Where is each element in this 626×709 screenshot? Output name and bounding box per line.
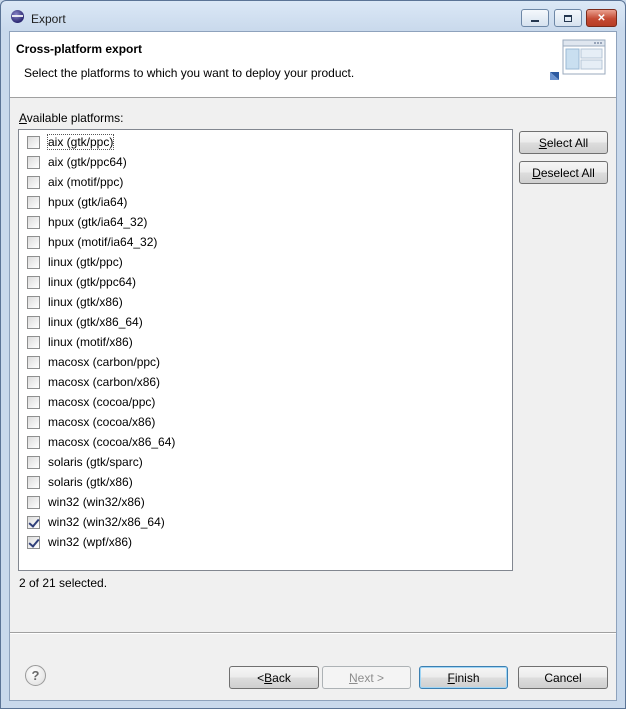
platform-checkbox-list[interactable]: aix (gtk/ppc) aix (gtk/ppc64) aix (motif/p… [18, 129, 513, 571]
platform-label: solaris (gtk/x86) [48, 475, 133, 489]
checkbox-unchecked[interactable] [27, 195, 40, 209]
platform-list-item[interactable]: hpux (motif/ia64_32) [27, 232, 157, 252]
checkbox-checked[interactable] [27, 515, 40, 529]
checkbox-unchecked[interactable] [27, 315, 40, 329]
platform-label: macosx (carbon/ppc) [48, 355, 161, 369]
select-all-button[interactable]: Select All [519, 131, 608, 154]
checkbox-unchecked[interactable] [27, 335, 40, 349]
page-title: Cross-platform export [16, 42, 143, 56]
platform-label: win32 (wpf/x86) [48, 535, 133, 549]
title-bar[interactable]: Export ✕ [1, 1, 625, 31]
platform-list-item[interactable]: linux (gtk/x86_64) [27, 312, 143, 332]
checkbox-unchecked[interactable] [27, 255, 40, 269]
minimize-icon [531, 20, 539, 22]
dialog-client-area: Cross-platform export Select the platfor… [9, 31, 617, 701]
close-icon: ✕ [597, 12, 606, 24]
platform-label: aix (gtk/ppc64) [48, 155, 127, 169]
finish-button[interactable]: Finish [419, 666, 508, 689]
platform-list-item[interactable]: aix (motif/ppc) [27, 172, 123, 192]
platform-label: win32 (win32/x86_64) [48, 515, 165, 529]
platform-list-item[interactable]: solaris (gtk/sparc) [27, 452, 143, 472]
selection-status: 2 of 21 selected. [19, 576, 108, 590]
wizard-banner-icon [550, 39, 606, 80]
wizard-header: Cross-platform export Select the platfor… [10, 32, 616, 98]
help-icon: ? [31, 668, 40, 683]
platform-list-item[interactable]: win32 (win32/x86_64) [27, 512, 165, 532]
deselect-all-button[interactable]: Deselect All [519, 161, 608, 184]
platform-label: linux (gtk/x86_64) [48, 315, 143, 329]
platform-list-item[interactable]: aix (gtk/ppc) [27, 132, 115, 152]
platform-label: linux (gtk/ppc) [48, 255, 123, 269]
close-button[interactable]: ✕ [586, 9, 617, 27]
footer-separator [10, 632, 616, 634]
platform-label: linux (gtk/ppc64) [48, 275, 137, 289]
platform-label: hpux (motif/ia64_32) [48, 235, 158, 249]
platform-label: macosx (cocoa/x86) [48, 415, 156, 429]
platform-list-item[interactable]: macosx (cocoa/ppc) [27, 392, 155, 412]
platform-label: macosx (carbon/x86) [48, 375, 161, 389]
minimize-button[interactable] [521, 9, 549, 27]
back-button[interactable]: < Back [229, 666, 319, 689]
platform-list-item[interactable]: linux (gtk/ppc64) [27, 272, 136, 292]
platform-label: aix (motif/ppc) [48, 175, 124, 189]
checkbox-unchecked[interactable] [27, 275, 40, 289]
cancel-button[interactable]: Cancel [518, 666, 608, 689]
platform-list-item[interactable]: hpux (gtk/ia64_32) [27, 212, 147, 232]
platform-label: linux (motif/x86) [48, 335, 133, 349]
checkbox-unchecked[interactable] [27, 235, 40, 249]
checkbox-unchecked[interactable] [27, 135, 40, 149]
platform-list-item[interactable]: win32 (wpf/x86) [27, 532, 132, 552]
platform-list-item[interactable]: macosx (cocoa/x86_64) [27, 432, 175, 452]
platform-list-item[interactable]: linux (gtk/x86) [27, 292, 123, 312]
platform-list-item[interactable]: win32 (win32/x86) [27, 492, 145, 512]
platform-label: linux (gtk/x86) [48, 295, 123, 309]
checkbox-unchecked[interactable] [27, 475, 40, 489]
platform-label: macosx (cocoa/x86_64) [48, 435, 176, 449]
platform-label: solaris (gtk/sparc) [48, 455, 143, 469]
checkbox-unchecked[interactable] [27, 155, 40, 169]
checkbox-unchecked[interactable] [27, 355, 40, 369]
platform-list-item[interactable]: macosx (carbon/x86) [27, 372, 160, 392]
checkbox-unchecked[interactable] [27, 415, 40, 429]
checkbox-unchecked[interactable] [27, 455, 40, 469]
platform-list-item[interactable]: solaris (gtk/x86) [27, 472, 133, 492]
checkbox-checked[interactable] [27, 535, 40, 549]
help-button[interactable]: ? [25, 665, 46, 686]
platform-list-item[interactable]: linux (gtk/ppc) [27, 252, 123, 272]
available-platforms-label: Available platforms: [19, 111, 124, 125]
maximize-button[interactable] [554, 9, 582, 27]
platform-label: aix (gtk/ppc) [46, 134, 115, 150]
checkbox-unchecked[interactable] [27, 215, 40, 229]
checkbox-unchecked[interactable] [27, 175, 40, 189]
export-dialog-window: Export ✕ Cross-platform export Select th… [0, 0, 626, 709]
platform-list-item[interactable]: hpux (gtk/ia64) [27, 192, 127, 212]
platform-label: macosx (cocoa/ppc) [48, 395, 156, 409]
window-title: Export [31, 12, 66, 26]
platform-label: win32 (win32/x86) [48, 495, 145, 509]
platform-label: hpux (gtk/ia64) [48, 195, 128, 209]
platform-list-item[interactable]: linux (motif/x86) [27, 332, 133, 352]
checkbox-unchecked[interactable] [27, 395, 40, 409]
page-description: Select the platforms to which you want t… [24, 66, 355, 80]
platform-label: hpux (gtk/ia64_32) [48, 215, 148, 229]
platform-list-item[interactable]: macosx (cocoa/x86) [27, 412, 155, 432]
checkbox-unchecked[interactable] [27, 495, 40, 509]
checkbox-unchecked[interactable] [27, 435, 40, 449]
platform-list-item[interactable]: aix (gtk/ppc64) [27, 152, 127, 172]
checkbox-unchecked[interactable] [27, 375, 40, 389]
checkbox-unchecked[interactable] [27, 295, 40, 309]
maximize-icon [564, 14, 572, 22]
eclipse-app-icon [11, 10, 24, 23]
platform-list-item[interactable]: macosx (carbon/ppc) [27, 352, 160, 372]
next-button[interactable]: Next > [322, 666, 411, 689]
